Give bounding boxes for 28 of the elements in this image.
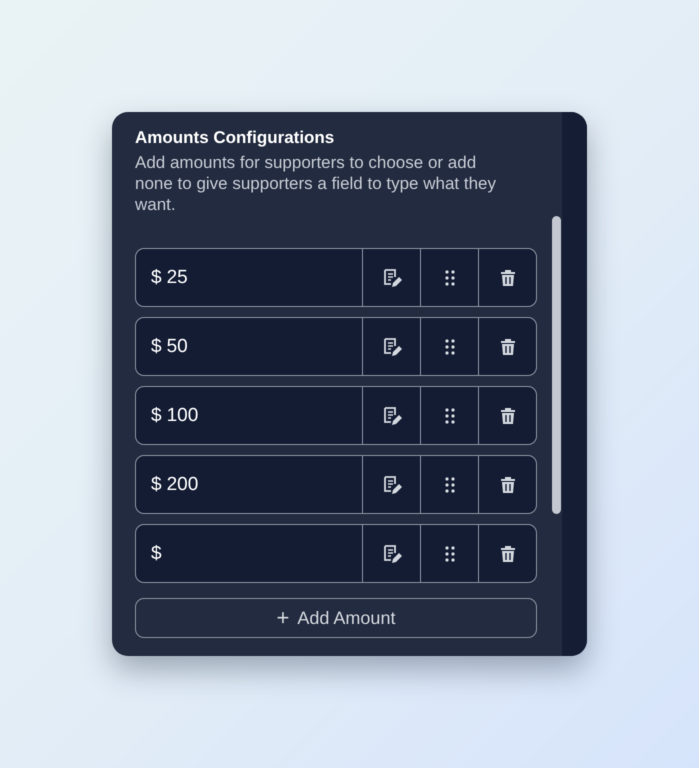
currency-symbol: $ xyxy=(151,336,162,358)
amount-input[interactable]: 25 xyxy=(166,266,317,288)
note-edit-icon xyxy=(382,474,402,494)
trash-icon xyxy=(500,268,516,286)
currency-symbol: $ xyxy=(151,474,162,496)
drag-icon xyxy=(444,338,454,354)
trash-icon xyxy=(500,338,516,356)
trash-icon xyxy=(500,406,516,424)
currency-symbol: $ xyxy=(151,542,162,564)
amount-input[interactable]: 200 xyxy=(166,474,317,496)
note-edit-icon xyxy=(382,544,402,564)
note-edit-icon xyxy=(382,406,402,426)
scrollbar-thumb[interactable] xyxy=(552,216,561,514)
note-edit-icon xyxy=(382,336,402,356)
currency-symbol: $ xyxy=(151,266,162,288)
drag-icon xyxy=(444,476,454,492)
note-edit-icon xyxy=(382,268,402,288)
drag-icon xyxy=(444,270,454,286)
panel-description: Add amounts for supporters to choose or add none to give supporters a field to type what they want. xyxy=(135,152,498,215)
panel-title: Amounts Configurations xyxy=(135,128,336,148)
currency-symbol: $ xyxy=(151,404,162,426)
amount-input[interactable]: 100 xyxy=(166,404,317,426)
drag-icon xyxy=(444,408,454,424)
drag-icon xyxy=(444,546,454,562)
trash-icon xyxy=(500,544,516,562)
trash-icon xyxy=(500,476,516,494)
amount-input[interactable]: 50 xyxy=(166,336,317,358)
add-amount-button[interactable]: + Add Amount xyxy=(135,598,537,638)
